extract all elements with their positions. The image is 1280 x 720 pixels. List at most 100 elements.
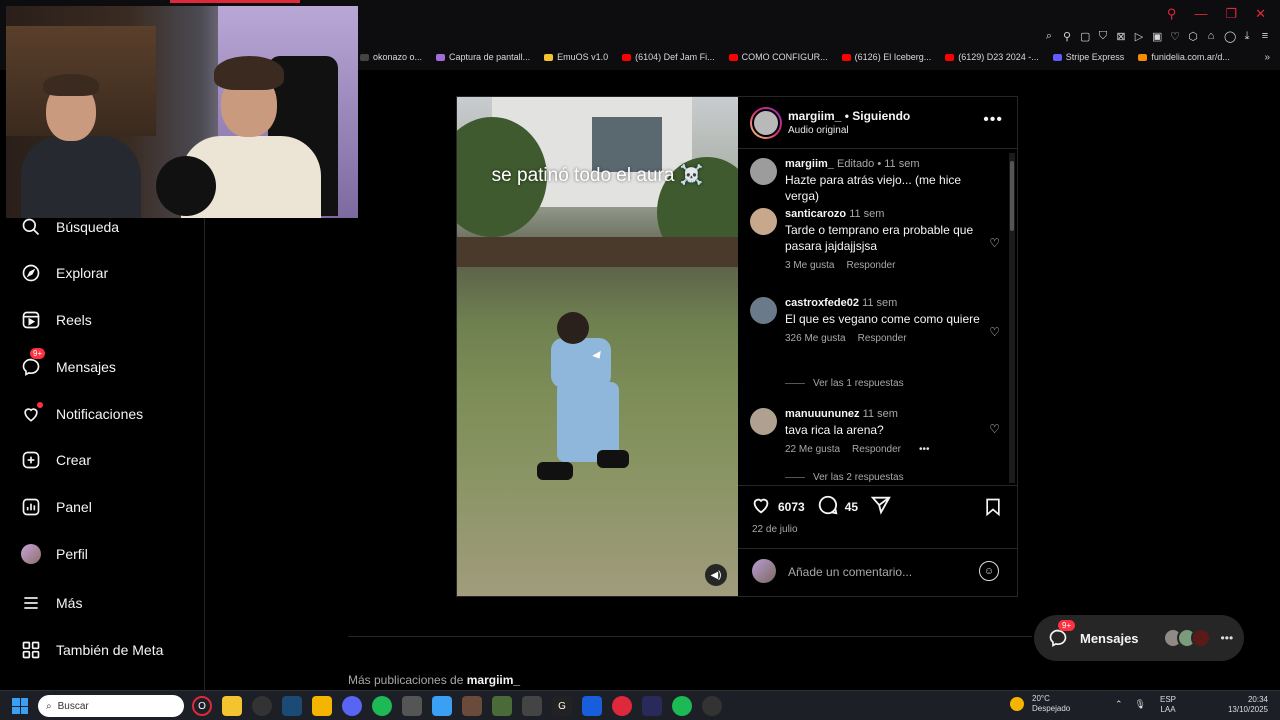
like-comment-heart-icon[interactable]: ♡ [989,236,1000,250]
spotify-icon[interactable] [372,696,392,716]
comment-options-button[interactable]: ••• [919,444,930,455]
more-bookmarks-button[interactable]: » [1264,52,1270,63]
shield-icon[interactable]: ⛉ [1098,30,1108,43]
opera-gx-icon[interactable]: O [192,696,212,716]
wallet-icon[interactable]: ⌂ [1206,30,1216,43]
follow-status[interactable]: • Siguiendo [845,109,911,123]
avatar[interactable] [750,297,777,324]
favorite-icon[interactable]: ♡ [1170,30,1180,43]
sidebar-item-panel[interactable]: Panel [20,496,92,518]
close-tab-icon[interactable]: ⊠ [1116,30,1126,43]
sidebar-item-busqueda[interactable]: Búsqueda [20,216,119,238]
app-icon[interactable] [612,696,632,716]
obs-icon[interactable] [252,696,272,716]
comments-scrollbar[interactable] [1009,153,1015,483]
play-icon[interactable]: ▷ [1134,30,1144,43]
sidebar-item-explorar[interactable]: Explorar [20,262,108,284]
taskbar-search[interactable]: ⌕ Buscar [38,695,184,717]
avatar[interactable] [750,158,777,185]
comment-likes[interactable]: 326 Me gusta [785,333,846,344]
bookmark-item[interactable]: Captura de pantall... [436,52,530,62]
notes-icon[interactable] [432,696,452,716]
minimize-button[interactable]: — [1194,6,1207,22]
game-icon[interactable] [462,696,482,716]
sidebar-item-meta[interactable]: También de Meta [20,639,163,661]
more-options-button[interactable]: ••• [983,111,1003,129]
mute-button[interactable]: ◀) [705,564,727,586]
bookmark-icon[interactable] [983,496,1003,523]
game-icon[interactable] [492,696,512,716]
file-explorer-icon[interactable] [222,696,242,716]
reply-button[interactable]: Responder [852,444,901,455]
view-replies-button[interactable]: Ver las 2 respuestas [785,472,904,483]
app-icon[interactable]: G [552,696,572,716]
comment-likes[interactable]: 22 Me gusta [785,444,840,455]
bitwarden-icon[interactable] [582,696,602,716]
share-icon[interactable] [870,494,892,519]
view-replies-button[interactable]: Ver las 1 respuestas [785,378,904,389]
sidebar-item-crear[interactable]: Crear [20,449,91,471]
extensions-icon[interactable]: ⬡ [1188,30,1198,43]
bookmark-item[interactable]: COMO CONFIGUR... [728,52,828,62]
bookmark-item[interactable]: (6126) El Iceberg... [841,52,931,62]
emoji-icon[interactable]: ☺ [979,561,999,581]
app-icon[interactable] [402,696,422,716]
comment-bubble-icon[interactable] [817,494,839,519]
reply-button[interactable]: Responder [846,260,895,271]
obs-icon[interactable] [702,696,722,716]
discord-icon[interactable] [342,696,362,716]
chevron-up-icon[interactable]: ⌃ [1115,699,1123,710]
close-button[interactable]: ✕ [1255,6,1266,22]
pin-icon[interactable]: ⚲ [1062,30,1072,43]
search-icon[interactable]: ⚲ [1167,6,1177,22]
bookmark-item[interactable]: (6129) D23 2024 -... [945,52,1039,62]
zoom-icon[interactable]: ⌕ [1044,30,1054,43]
reply-button[interactable]: Responder [858,333,907,344]
like-heart-icon[interactable] [750,494,772,519]
windows-start-icon[interactable] [12,698,28,714]
comment-username[interactable]: manuuununez [785,408,860,420]
bookmark-item[interactable]: funidelia.com.ar/d... [1138,52,1230,62]
bookmark-item[interactable]: EmuOS v1.0 [544,52,608,62]
comment-username[interactable]: castroxfede02 [785,297,859,309]
spotify-icon[interactable] [672,696,692,716]
sidebar-item-perfil[interactable]: Perfil [20,543,88,565]
bookmark-item[interactable]: (6104) Def Jam Fi... [622,52,715,62]
sidebar-item-reels[interactable]: Reels [20,309,92,331]
microphone-icon[interactable]: 🎙 [1135,699,1146,710]
clock[interactable]: 20:34 13/10/2025 [1228,695,1268,715]
author-avatar[interactable] [750,107,782,139]
bookmark-item[interactable]: okonazo o... [360,52,422,62]
messages-button[interactable]: 9+ Mensajes ••• [1034,615,1244,661]
more-posts-user[interactable]: margiim_ [467,673,520,687]
gallery-icon[interactable]: ▣ [1152,30,1162,43]
language-indicator[interactable]: ESP LAA [1160,695,1176,715]
epic-icon[interactable] [312,696,332,716]
comment-likes[interactable]: 3 Me gusta [785,260,834,271]
comments-list[interactable]: margiim_ Editado • 11 sem Hazte para atr… [738,150,1017,483]
profile-icon[interactable]: ◯ [1224,30,1236,43]
car-game-icon[interactable] [522,696,542,716]
maximize-button[interactable]: ❐ [1225,6,1237,22]
sidebar-item-mas[interactable]: Más [20,592,82,614]
download-icon[interactable]: ⤓ [1242,30,1252,43]
like-comment-heart-icon[interactable]: ♡ [989,325,1000,339]
avatar[interactable] [750,408,777,435]
scrollbar-thumb[interactable] [1010,161,1014,231]
app-icon[interactable] [642,696,662,716]
sidebar-item-notificaciones[interactable]: Notificaciones [20,402,143,425]
likes-count[interactable]: 6073 [778,500,805,514]
audio-link[interactable]: Audio original [788,125,849,136]
comment-input[interactable] [788,561,968,583]
comment-username[interactable]: margiim_ [785,158,834,170]
author-username[interactable]: margiim_ [788,109,841,123]
menu-icon[interactable]: ≡ [1260,30,1270,43]
sidebar-item-mensajes[interactable]: 9+ Mensajes [20,348,116,378]
screenshot-icon[interactable]: ▢ [1080,30,1090,43]
reel-video[interactable]: se patinó todo el aura ☠️ ◀) [457,97,738,596]
weather-widget[interactable]: 20°C Despejado [1010,694,1070,714]
bookmark-item[interactable]: Stripe Express [1052,52,1124,62]
comment-username[interactable]: santicarozo [785,208,846,220]
like-comment-heart-icon[interactable]: ♡ [989,422,1000,436]
avatar[interactable] [750,208,777,235]
